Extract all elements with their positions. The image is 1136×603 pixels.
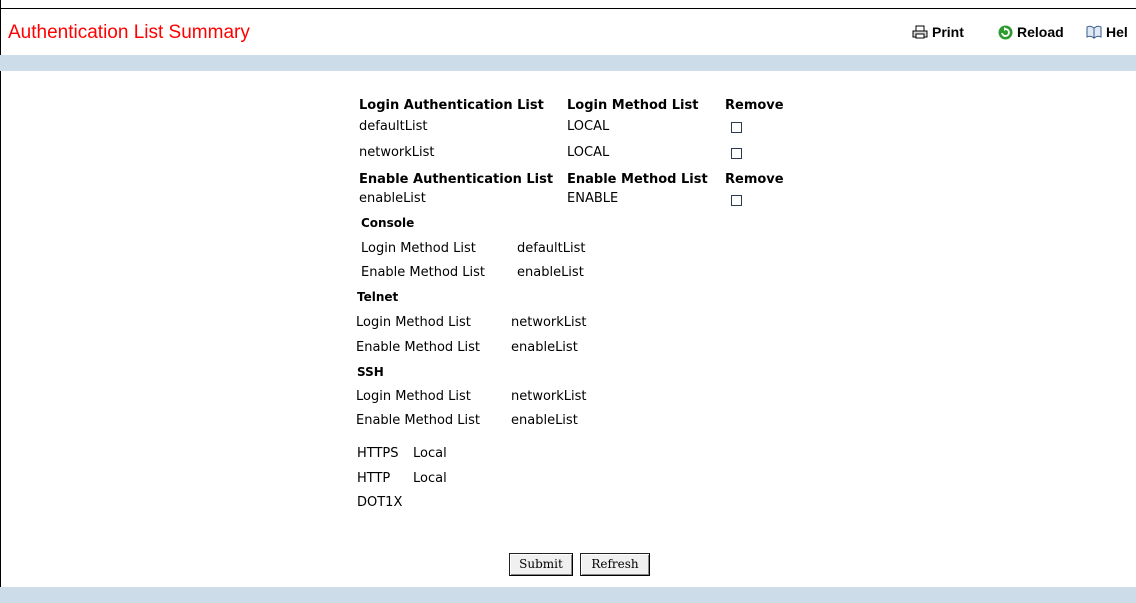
telnet-enable-label: Enable Method List	[356, 340, 481, 355]
printer-icon	[912, 25, 928, 39]
refresh-button[interactable]: Refresh	[580, 553, 650, 576]
login-remove-header: Remove	[725, 98, 784, 113]
console-login-label: Login Method List	[361, 241, 476, 256]
book-icon	[1086, 25, 1102, 39]
enable-list-name: enableList	[359, 191, 426, 206]
reload-button[interactable]: Reload	[998, 24, 1064, 40]
console-section-title: Console	[361, 216, 415, 230]
page-title: Authentication List Summary	[8, 22, 250, 43]
ssh-login-value: networkList	[511, 389, 587, 404]
remove-checkbox-networklist[interactable]	[731, 148, 742, 159]
login-list-method: LOCAL	[567, 119, 610, 134]
ssh-enable-label: Enable Method List	[356, 413, 481, 428]
help-label: Hel	[1106, 24, 1128, 40]
submit-button[interactable]: Submit	[509, 553, 573, 576]
console-enable-value: enableList	[517, 265, 584, 280]
ssh-enable-value: enableList	[511, 413, 578, 428]
login-auth-list-header: Login Authentication List	[359, 98, 544, 113]
console-login-value: defaultList	[517, 241, 586, 256]
top-separator-bar	[0, 55, 1136, 71]
console-enable-label: Enable Method List	[361, 265, 486, 280]
http-label: HTTP	[357, 471, 391, 486]
title-bar: Authentication List Summary Print Reload	[0, 8, 1136, 55]
telnet-enable-value: enableList	[511, 340, 578, 355]
login-method-list-header: Login Method List	[567, 98, 699, 113]
ssh-login-label: Login Method List	[356, 389, 471, 404]
telnet-section-title: Telnet	[357, 290, 399, 304]
reload-label: Reload	[1017, 24, 1064, 40]
telnet-login-label: Login Method List	[356, 315, 471, 330]
login-list-method: LOCAL	[567, 145, 610, 160]
ssh-section-title: SSH	[357, 365, 384, 379]
telnet-login-value: networkList	[511, 315, 587, 330]
https-label: HTTPS	[357, 446, 399, 461]
page-frame	[0, 0, 1136, 603]
enable-method-list-header: Enable Method List	[567, 172, 708, 187]
bottom-separator-bar	[0, 587, 1136, 603]
remove-checkbox-enablelist[interactable]	[731, 195, 742, 206]
login-list-name: defaultList	[359, 119, 428, 134]
enable-auth-list-header: Enable Authentication List	[359, 172, 554, 187]
enable-list-method: ENABLE	[567, 191, 619, 206]
print-label: Print	[932, 24, 964, 40]
print-button[interactable]: Print	[912, 24, 964, 40]
remove-checkbox-defaultlist[interactable]	[731, 122, 742, 133]
dot1x-label: DOT1X	[357, 495, 403, 510]
login-list-name: networkList	[359, 145, 435, 160]
reload-icon	[998, 25, 1013, 40]
enable-remove-header: Remove	[725, 172, 784, 187]
help-button[interactable]: Hel	[1086, 24, 1128, 40]
https-value: Local	[413, 446, 447, 461]
http-value: Local	[413, 471, 447, 486]
